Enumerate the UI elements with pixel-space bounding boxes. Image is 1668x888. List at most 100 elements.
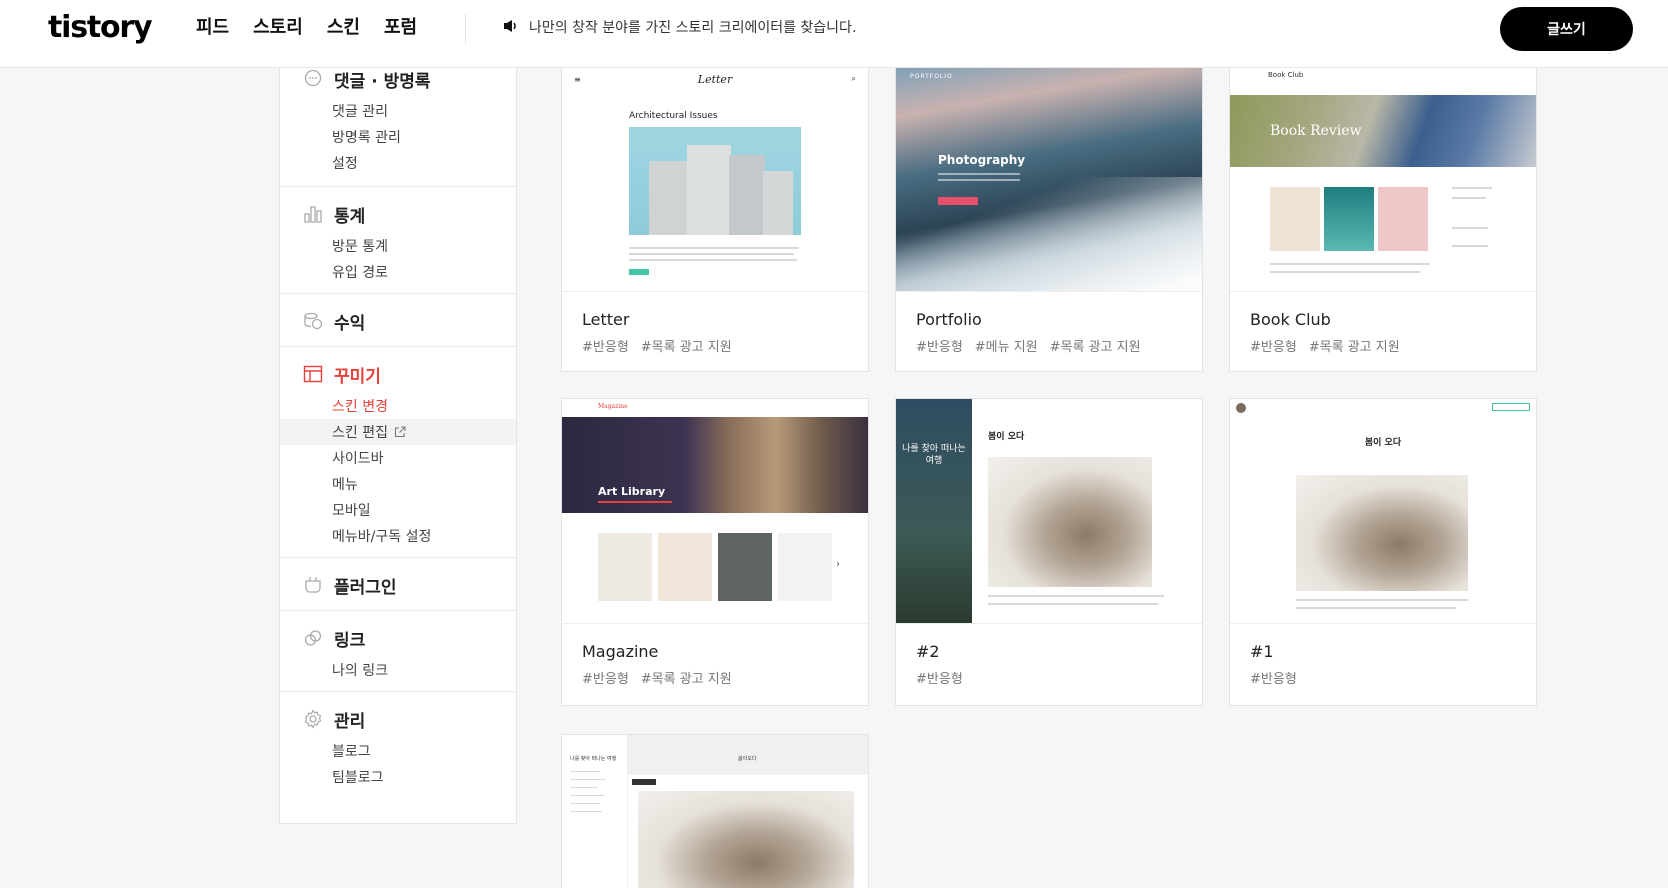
skin-thumb-0: 나를 찾아 떠나는 여행 봄이오다 xyxy=(562,735,868,888)
skin-card-bookclub[interactable]: Book Club Book Review Book Club #반응형 #목록… xyxy=(1229,66,1537,372)
skin-tag: #반응형 xyxy=(582,340,629,355)
sidebar-item-skin-edit-label: 스킨 편집 xyxy=(332,425,388,441)
nav-skin[interactable]: 스킨 xyxy=(327,16,360,40)
notice-banner[interactable]: 나만의 창작 분야를 가진 스토리 크리에이터를 찾습니다. xyxy=(503,17,856,37)
global-nav: 피드 스토리 스킨 포럼 xyxy=(196,16,417,40)
skin-thumb-magazine: Magazine Art Library › xyxy=(562,399,868,623)
sidebar-head-manage[interactable]: 관리 xyxy=(280,706,516,732)
sidebar-title-comments: 댓글 · 방명록 xyxy=(334,71,431,92)
sidebar-title-revenue: 수익 xyxy=(334,313,366,334)
sidebar-title-plugin: 플러그인 xyxy=(334,577,397,598)
link-icon xyxy=(302,627,324,649)
skin-card-0[interactable]: 나를 찾아 떠나는 여행 봄이오다 xyxy=(561,734,869,888)
skin-thumb-bookclub: Book Club Book Review xyxy=(1230,67,1536,291)
thumb-side-text: 나를 찾아 떠나는 여행 xyxy=(902,444,966,466)
sidebar-head-stats[interactable]: 통계 xyxy=(280,201,516,227)
sidebar-head-plugin[interactable]: 플러그인 xyxy=(280,572,516,598)
header-divider xyxy=(465,14,466,44)
skin-tags: #반응형 #목록 광고 지원 xyxy=(1250,336,1516,355)
skin-tag: #반응형 xyxy=(916,672,963,687)
skin-tag: #반응형 xyxy=(1250,340,1297,355)
skin-card-1[interactable]: 봄이 오다 #1 #반응형 xyxy=(1229,398,1537,706)
sidebar-item-my-link[interactable]: 나의 링크 xyxy=(280,657,516,683)
nav-feed[interactable]: 피드 xyxy=(196,16,229,40)
sidebar-item-mobile[interactable]: 모바일 xyxy=(280,497,516,523)
sidebar-item-menu[interactable]: 메뉴 xyxy=(280,471,516,497)
skin-card-body: Letter #반응형 #목록 광고 지원 xyxy=(562,291,868,369)
sidebar-item-team-blog[interactable]: 팀블로그 xyxy=(280,764,516,790)
speaker-icon xyxy=(503,18,519,37)
write-button[interactable]: 글쓰기 xyxy=(1500,7,1633,51)
bar-chart-icon xyxy=(302,203,324,225)
thumb-headline: Art Library xyxy=(598,485,666,498)
skin-card-body: Magazine #반응형 #목록 광고 지원 xyxy=(562,623,868,701)
notice-text: 나만의 창작 분야를 가진 스토리 크리에이터를 찾습니다. xyxy=(529,20,857,36)
sidebar-item-comment-manage[interactable]: 댓글 관리 xyxy=(280,98,516,124)
plugin-icon xyxy=(302,574,324,596)
admin-sidebar: 댓글 · 방명록 댓글 관리 방명록 관리 설정 통계 방문 통계 유입 경로 … xyxy=(279,68,517,824)
sidebar-head-decorate[interactable]: 꾸미기 xyxy=(280,361,516,387)
sidebar-section-comments: 댓글 · 방명록 댓글 관리 방명록 관리 설정 xyxy=(280,66,516,187)
sidebar-item-skin-change[interactable]: 스킨 변경 xyxy=(280,393,516,419)
skin-tags: #반응형 #목록 광고 지원 xyxy=(582,668,848,687)
skin-name: Letter xyxy=(582,310,630,329)
skin-name: Book Club xyxy=(1250,310,1331,329)
sidebar-title-decorate: 꾸미기 xyxy=(334,366,381,387)
skin-name: Magazine xyxy=(582,642,659,661)
skin-thumb-2: 나를 찾아 떠나는 여행 봄이 오다 xyxy=(896,399,1202,623)
skin-card-body: #2 #반응형 xyxy=(896,623,1202,701)
nav-story[interactable]: 스토리 xyxy=(253,16,303,40)
skin-thumb-letter: ≡ Letter ⌕ Architectural Issues xyxy=(562,67,868,291)
skin-thumb-1: 봄이 오다 xyxy=(1230,399,1536,623)
sidebar-head-revenue[interactable]: 수익 xyxy=(280,308,516,334)
sidebar-item-visit-stats[interactable]: 방문 통계 xyxy=(280,233,516,259)
tistory-logo[interactable]: tistory xyxy=(48,10,153,45)
thumb-sidebar-title: 나를 찾아 떠나는 여행 xyxy=(570,756,617,762)
skin-tag: #반응형 xyxy=(582,672,629,687)
skin-thumb-portfolio: PORTFOLIO Photography xyxy=(896,67,1202,291)
skin-tag: #반응형 xyxy=(916,340,963,355)
sidebar-item-sidebar[interactable]: 사이드바 xyxy=(280,445,516,471)
sidebar-title-manage: 관리 xyxy=(334,711,366,732)
thumb-headline: Architectural Issues xyxy=(629,111,718,121)
thumb-headline: 봄이오다 xyxy=(738,756,757,762)
external-link-icon xyxy=(394,426,406,438)
gear-icon xyxy=(302,708,324,730)
sidebar-item-skin-edit[interactable]: 스킨 편집 xyxy=(280,419,516,445)
comment-icon xyxy=(302,68,324,90)
skin-card-2[interactable]: 나를 찾아 떠나는 여행 봄이 오다 #2 #반응형 xyxy=(895,398,1203,706)
skin-tag: #목록 광고 지원 xyxy=(640,672,732,687)
nav-forum[interactable]: 포럼 xyxy=(384,16,417,40)
layout-icon xyxy=(302,363,324,385)
sidebar-section-plugin: 플러그인 xyxy=(280,572,516,611)
skin-tag: #메뉴 지원 xyxy=(974,340,1038,355)
architecture-photo xyxy=(629,127,801,235)
skin-card-portfolio[interactable]: PORTFOLIO Photography Portfolio #반응형 #메뉴… xyxy=(895,66,1203,372)
sidebar-item-comment-settings[interactable]: 설정 xyxy=(280,150,516,176)
skin-card-body: #1 #반응형 xyxy=(1230,623,1536,701)
sidebar-item-referrer[interactable]: 유입 경로 xyxy=(280,259,516,285)
sidebar-section-revenue: 수익 xyxy=(280,308,516,347)
skin-tag: #목록 광고 지원 xyxy=(1049,340,1141,355)
thumb-headline: 봄이 오다 xyxy=(988,432,1025,442)
thumb-brand: Book Club xyxy=(1268,71,1304,79)
skin-card-letter[interactable]: ≡ Letter ⌕ Architectural Issues Letter #… xyxy=(561,66,869,372)
chevron-right-icon: › xyxy=(836,559,840,570)
skin-card-body: Book Club #반응형 #목록 광고 지원 xyxy=(1230,291,1536,369)
sidebar-head-comments[interactable]: 댓글 · 방명록 xyxy=(280,66,516,92)
skin-tags: #반응형 xyxy=(1250,668,1516,687)
thumb-headline: 봄이 오다 xyxy=(1364,438,1402,448)
skin-card-body: Portfolio #반응형 #메뉴 지원 #목록 광고 지원 xyxy=(896,291,1202,369)
skin-tag: #반응형 xyxy=(1250,672,1297,687)
thumb-brand: Magazine xyxy=(598,403,628,410)
sidebar-item-guestbook-manage[interactable]: 방명록 관리 xyxy=(280,124,516,150)
sidebar-item-blog[interactable]: 블로그 xyxy=(280,738,516,764)
thumb-brand: Letter xyxy=(697,73,733,86)
skin-name: #2 xyxy=(916,642,940,661)
sidebar-head-link[interactable]: 링크 xyxy=(280,625,516,651)
skin-card-magazine[interactable]: Magazine Art Library › Magazine #반응형 #목록… xyxy=(561,398,869,706)
sidebar-item-menubar[interactable]: 메뉴바/구독 설정 xyxy=(280,523,516,549)
skin-tag: #목록 광고 지원 xyxy=(640,340,732,355)
thumb-headline: Book Review xyxy=(1270,123,1362,139)
skin-name: Portfolio xyxy=(916,310,982,329)
